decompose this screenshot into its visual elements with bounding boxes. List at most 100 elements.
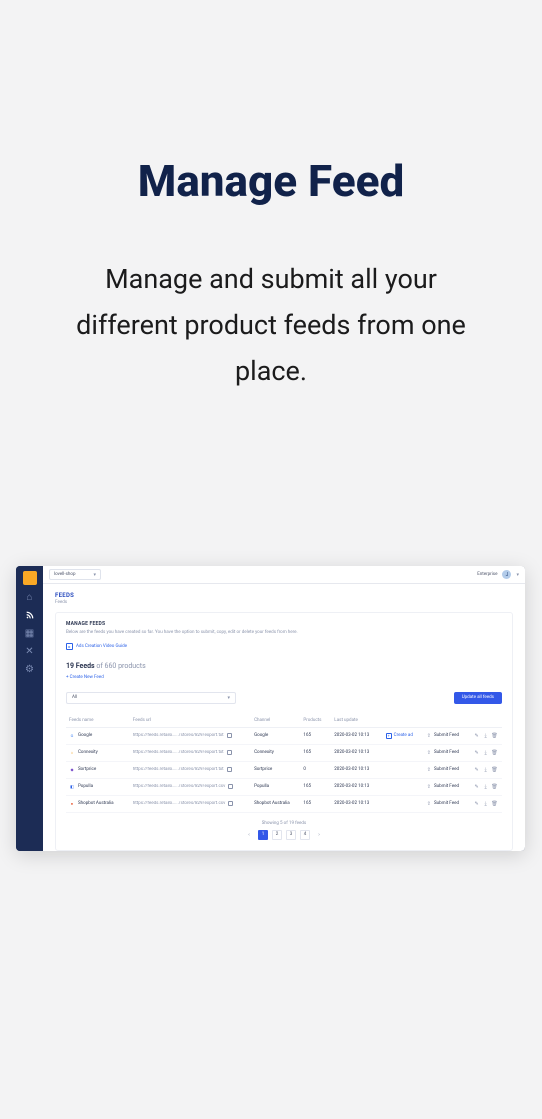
feed-channel: Connexity: [251, 744, 300, 761]
download-icon[interactable]: ⤓: [483, 801, 488, 806]
channel-icon: ⌂: [69, 750, 75, 756]
page-button[interactable]: 1: [258, 830, 268, 840]
page-button[interactable]: 4: [300, 830, 310, 840]
download-icon[interactable]: ⤓: [483, 733, 488, 738]
copy-icon[interactable]: [228, 784, 233, 789]
download-icon[interactable]: ⤓: [483, 784, 488, 789]
submit-feed-button[interactable]: ⇪Submit Feed: [427, 733, 468, 739]
feed-url: https://feeds.retailo….../stores/829/exp…: [133, 784, 226, 789]
feed-updated: 2020-03-02 10:13: [331, 761, 382, 778]
manage-description: Below are the feeds you have created so …: [66, 630, 306, 637]
edit-icon[interactable]: ✎: [474, 767, 479, 772]
filter-value: All: [72, 695, 77, 700]
download-icon[interactable]: ⤓: [483, 767, 488, 772]
copy-icon[interactable]: [227, 750, 232, 755]
page-prev[interactable]: ‹: [244, 830, 254, 840]
delete-icon[interactable]: 🗑: [492, 767, 497, 772]
topbar: lovell-shop ▾ Enterprise J ▾: [43, 566, 525, 584]
app-logo-icon: [23, 571, 37, 585]
copy-icon[interactable]: [227, 767, 232, 772]
main-panel: lovell-shop ▾ Enterprise J ▾ FEEDS Feeds…: [43, 566, 525, 851]
upload-icon: ⇪: [427, 750, 431, 756]
delete-icon[interactable]: 🗑: [492, 750, 497, 755]
create-ad-button[interactable]: +Create ad: [386, 733, 421, 739]
table-row: ◆Sortpricehttps://feeds.retailo….../stor…: [66, 761, 502, 778]
channel-icon: ◧: [69, 784, 75, 790]
sidebar: ⌂ ▦ ✕ ⚙: [16, 566, 43, 851]
copy-icon[interactable]: [227, 733, 232, 738]
feed-name: Google: [78, 733, 92, 738]
feeds-table: Feeds name Feeds url Channel Products La…: [66, 714, 502, 813]
page-next[interactable]: ›: [314, 830, 324, 840]
table-row: GGoogle https://feeds.retailo….../stores/…: [66, 727, 502, 744]
delete-icon[interactable]: 🗑: [492, 801, 497, 806]
feed-channel: Populla: [251, 778, 300, 795]
video-guide-link[interactable]: ▸ Ads Creation Video Guide: [66, 643, 502, 650]
feed-name: Connexity: [78, 750, 98, 755]
delete-icon[interactable]: 🗑: [492, 784, 497, 789]
upload-icon: ⇪: [427, 767, 431, 773]
feed-products: 0: [300, 761, 331, 778]
table-row: ◧Popullahttps://feeds.retailo….../stores…: [66, 778, 502, 795]
feed-name: Populla: [78, 784, 93, 789]
page-button[interactable]: 2: [272, 830, 282, 840]
channel-icon: G: [69, 733, 75, 739]
feed-url: https://feeds.retailo….../stores/829/exp…: [133, 801, 226, 806]
pagination-info: Showing 5 of 19 feeds: [262, 821, 307, 826]
user-menu-chevron-icon[interactable]: ▾: [516, 572, 519, 578]
manage-card: MANAGE FEEDS Below are the feeds you hav…: [55, 612, 513, 851]
feed-products: 165: [300, 795, 331, 812]
pager: ‹ 1234 ›: [244, 830, 324, 840]
section-title: FEEDS: [55, 592, 513, 599]
upload-icon: ⇪: [427, 801, 431, 807]
update-all-button[interactable]: Update all feeds: [454, 692, 502, 704]
feed-channel: Sortprice: [251, 761, 300, 778]
edit-icon[interactable]: ✎: [474, 801, 479, 806]
create-new-feed-link[interactable]: + Create New Feed: [66, 675, 502, 680]
feed-url: https://feeds.retailo….../stores/829/exp…: [133, 767, 224, 772]
th-products: Products: [300, 714, 331, 728]
submit-feed-button[interactable]: ⇪Submit Feed: [427, 767, 468, 773]
table-row: ⌂Connexityhttps://feeds.retailo….../stor…: [66, 744, 502, 761]
feed-name: Sortprice: [78, 767, 96, 772]
feed-name: Shopbot Australia: [78, 801, 114, 806]
shop-selector[interactable]: lovell-shop ▾: [49, 569, 101, 580]
filter-select[interactable]: All ▾: [66, 692, 236, 704]
feeds-icon[interactable]: [24, 609, 36, 621]
th-name: Feeds name: [66, 714, 130, 728]
home-icon[interactable]: ⌂: [24, 591, 36, 603]
upload-icon: ⇪: [427, 733, 431, 739]
app-window: ⌂ ▦ ✕ ⚙ lovell-shop ▾ Enterprise J ▾ FEE…: [16, 566, 525, 851]
copy-icon[interactable]: [228, 801, 233, 806]
chevron-down-icon: ▾: [93, 572, 96, 578]
hero-title: Manage Feed: [0, 155, 542, 207]
submit-feed-button[interactable]: ⇪Submit Feed: [427, 784, 468, 790]
download-icon[interactable]: ⤓: [483, 750, 488, 755]
submit-feed-button[interactable]: ⇪Submit Feed: [427, 801, 468, 807]
edit-icon[interactable]: ✎: [474, 733, 479, 738]
feed-url: https://feeds.retailo….../stores/829/exp…: [133, 733, 224, 738]
settings-icon[interactable]: ⚙: [24, 663, 36, 675]
feed-updated: 2020-03-02 10:13: [331, 727, 382, 744]
edit-icon[interactable]: ✎: [474, 750, 479, 755]
feed-updated: 2020-03-02 10:13: [331, 778, 382, 795]
table-row: ●Shopbot Australiahttps://feeds.retailo……: [66, 795, 502, 812]
manage-title: MANAGE FEEDS: [66, 621, 502, 627]
play-icon: ▸: [66, 643, 73, 650]
hero-subtitle: Manage and submit all your different pro…: [70, 257, 472, 395]
feed-count-bold: 19 Feeds: [66, 662, 95, 670]
user-avatar[interactable]: J: [502, 570, 511, 579]
feed-count-light: of 660 products: [96, 662, 145, 670]
feed-channel: Shopbot Australia: [251, 795, 300, 812]
th-url: Feeds url: [130, 714, 251, 728]
plan-label: Enterprise: [477, 572, 497, 577]
page-button[interactable]: 3: [286, 830, 296, 840]
grid-icon[interactable]: ▦: [24, 627, 36, 639]
th-updated: Last update: [331, 714, 382, 728]
edit-icon[interactable]: ✎: [474, 784, 479, 789]
submit-feed-button[interactable]: ⇪Submit Feed: [427, 750, 468, 756]
feed-products: 165: [300, 778, 331, 795]
tools-icon[interactable]: ✕: [24, 645, 36, 657]
video-guide-label: Ads Creation Video Guide: [76, 644, 127, 649]
delete-icon[interactable]: 🗑: [492, 733, 497, 738]
